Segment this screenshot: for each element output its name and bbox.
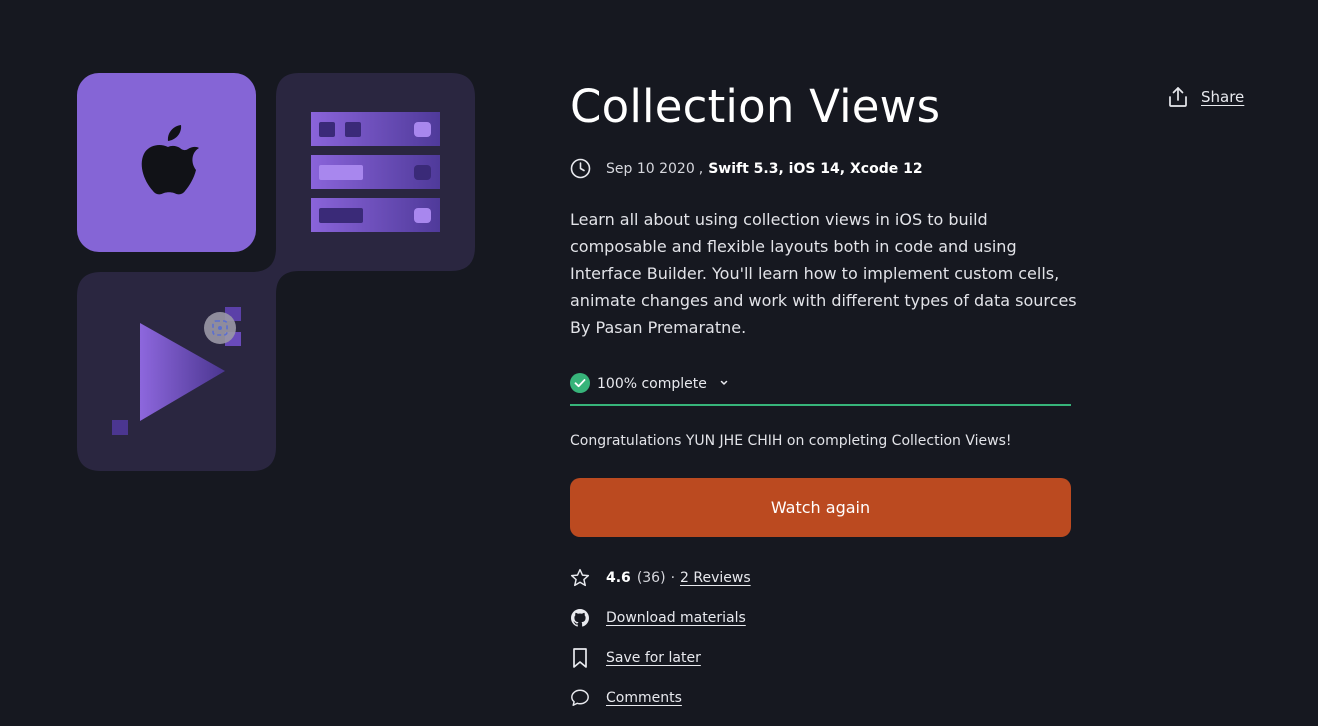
tech-versions: Swift 5.3, iOS 14, Xcode 12: [708, 160, 923, 177]
release-date: Sep 10 2020: [606, 160, 695, 177]
share-icon: [1169, 87, 1187, 107]
meta-separator: ,: [698, 160, 704, 177]
download-materials-link[interactable]: Download materials: [606, 610, 746, 626]
focus-badge-icon: [204, 312, 236, 344]
rating-value: 4.6: [606, 570, 631, 586]
github-icon: [570, 608, 590, 628]
reviews-link[interactable]: 2 Reviews: [680, 570, 751, 586]
course-description: Learn all about using collection views i…: [570, 210, 1077, 337]
progress-label: 100% complete: [597, 376, 707, 392]
check-circle-icon: [570, 373, 590, 393]
watch-again-button[interactable]: Watch again: [570, 478, 1071, 537]
download-materials-row[interactable]: Download materials: [570, 606, 751, 630]
rating-row: 4.6 (36) · 2 Reviews: [570, 566, 751, 590]
share-button[interactable]: Share: [1167, 86, 1244, 108]
list-bars-graphic: [311, 112, 440, 232]
rating-separator: ·: [670, 570, 676, 586]
course-meta: Sep 10 2020 , Swift 5.3, iOS 14, Xcode 1…: [570, 158, 923, 179]
comments-link[interactable]: Comments: [606, 690, 682, 706]
comments-row[interactable]: Comments: [570, 686, 751, 710]
completion-message: Congratulations YUN JHE CHIH on completi…: [570, 433, 1012, 449]
rating-count: (36): [636, 570, 666, 586]
chevron-down-icon: [719, 379, 729, 387]
comment-icon: [570, 687, 590, 709]
course-artwork: [77, 73, 475, 471]
clock-icon: [570, 158, 591, 179]
progress-dropdown[interactable]: 100% complete: [570, 373, 1071, 406]
course-artwork-graphic: [77, 73, 475, 471]
course-actions: 4.6 (36) · 2 Reviews Download materials …: [570, 566, 751, 726]
share-label: Share: [1201, 88, 1245, 106]
page-title: Collection Views: [570, 80, 941, 133]
save-for-later-row[interactable]: Save for later: [570, 646, 751, 670]
save-for-later-link[interactable]: Save for later: [606, 650, 701, 666]
star-icon: [570, 567, 590, 589]
bookmark-icon: [570, 647, 590, 669]
